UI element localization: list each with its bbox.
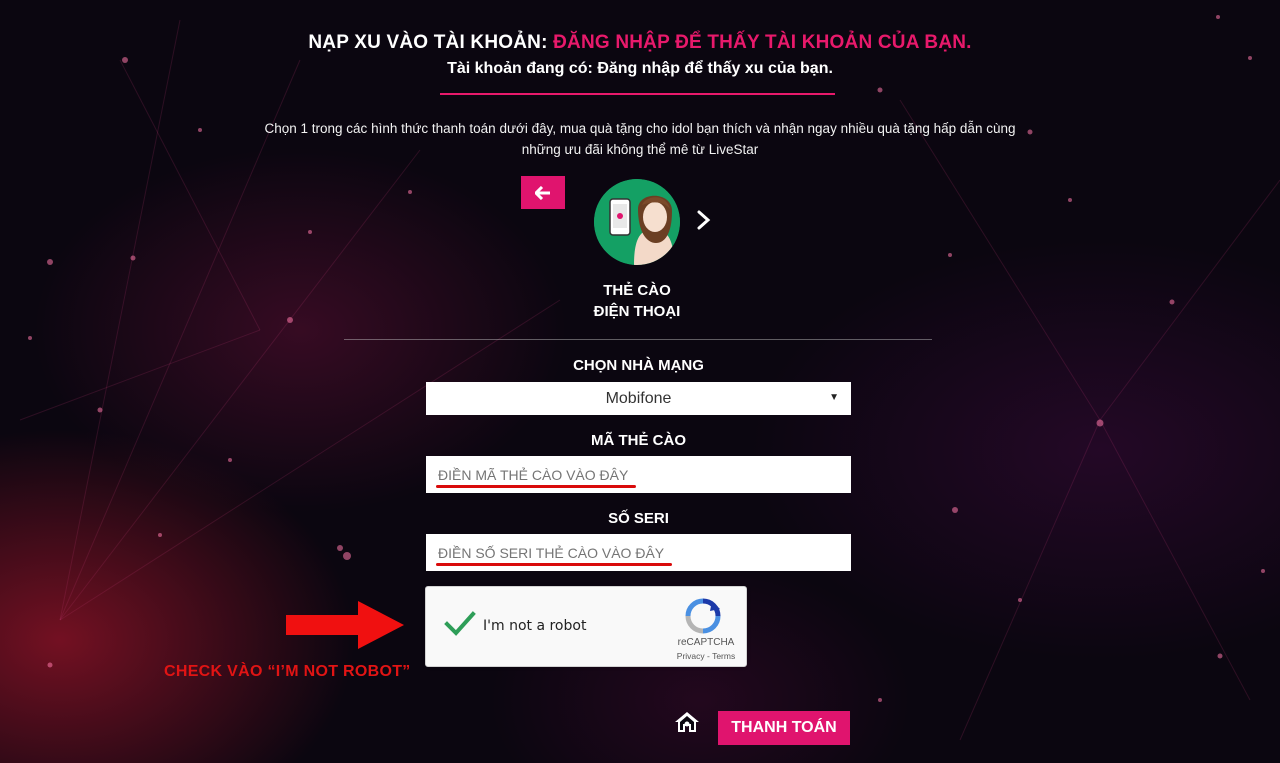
account-balance-text: Tài khoản đang có: Đăng nhập để thấy xu … <box>447 60 833 77</box>
title-prefix: NẠP XU VÀO TÀI KHOẢN: <box>308 32 548 53</box>
phone-card-illustration <box>594 179 680 265</box>
arrow-left-icon <box>535 185 550 200</box>
page-title: NẠP XU VÀO TÀI KHOẢN: ĐĂNG NHẬP ĐỂ THẤY … <box>0 32 1280 54</box>
intro-text: Chọn 1 trong các hình thức thanh toán dư… <box>264 121 1016 157</box>
carrier-select[interactable]: Mobifone ▼ <box>426 382 851 415</box>
chevron-right-icon[interactable] <box>694 208 714 232</box>
recaptcha-terms-link[interactable]: Privacy - Terms <box>666 651 746 661</box>
card-code-label: MÃ THẺ CÀO <box>591 432 686 449</box>
payment-method-image[interactable] <box>594 179 680 265</box>
annotation-text: CHECK VÀO “I’M NOT ROBOT” <box>164 663 411 680</box>
caret-down-icon: ▼ <box>829 392 839 403</box>
carrier-selected-value: Mobifone <box>605 389 672 407</box>
recaptcha-widget: I'm not a robot reCAPTCHA Privacy - Term… <box>425 586 747 667</box>
recaptcha-logo-icon <box>685 598 721 634</box>
recaptcha-label: I'm not a robot <box>483 618 587 634</box>
recaptcha-checkbox[interactable] <box>444 609 476 639</box>
carrier-label: CHỌN NHÀ MẠNG <box>573 357 704 374</box>
annotation-arrow-icon <box>286 601 404 649</box>
previous-method-button[interactable] <box>521 176 565 209</box>
recaptcha-brand: reCAPTCHA <box>677 637 735 648</box>
section-divider <box>344 339 932 340</box>
method-label-line2: ĐIỆN THOẠI <box>593 303 681 320</box>
pay-button[interactable]: THANH TOÁN <box>718 711 850 745</box>
title-divider <box>440 93 835 95</box>
method-label-line1: THẺ CÀO <box>603 282 671 299</box>
serial-label: SỐ SERI <box>608 510 669 527</box>
login-prompt-link[interactable]: ĐĂNG NHẬP ĐỂ THẤY TÀI KHOẢN CỦA BẠN. <box>553 32 972 53</box>
checkmark-icon <box>444 611 476 636</box>
payment-method-label: THẺ CÀO ĐIỆN THOẠI <box>560 280 714 322</box>
home-icon[interactable] <box>674 711 700 733</box>
serial-annotation-underline <box>436 563 672 566</box>
card-code-annotation-underline <box>436 485 636 488</box>
